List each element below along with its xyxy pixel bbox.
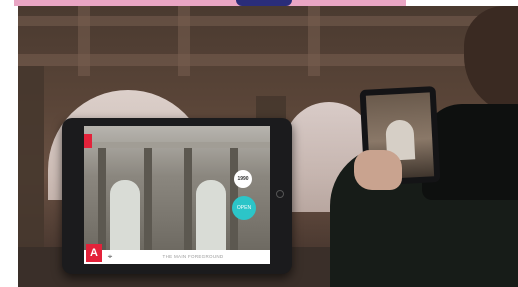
location-icon[interactable]: ⌖ bbox=[105, 251, 115, 263]
camera-view-facade bbox=[84, 126, 270, 250]
brand-logo-icon[interactable]: A bbox=[86, 244, 102, 262]
photo-scene: 1990 OPEN A ⌖ THE MAIN FOREGROUND bbox=[18, 6, 518, 287]
facade-arch bbox=[110, 180, 140, 250]
home-button[interactable] bbox=[276, 190, 284, 198]
facade-column bbox=[98, 146, 106, 250]
person-hair bbox=[464, 6, 518, 116]
caption-text: THE MAIN FOREGROUND bbox=[162, 254, 224, 259]
action-button[interactable]: OPEN bbox=[232, 196, 256, 220]
main-tablet: 1990 OPEN A ⌖ THE MAIN FOREGROUND bbox=[62, 118, 292, 274]
facade-arch bbox=[196, 180, 226, 250]
facade-column bbox=[184, 146, 192, 250]
caption-bar: A ⌖ THE MAIN FOREGROUND bbox=[84, 244, 270, 264]
menu-tab[interactable] bbox=[84, 134, 92, 148]
date-badge[interactable]: 1990 bbox=[234, 170, 252, 188]
ceiling-beam bbox=[18, 54, 518, 66]
ceiling-beam bbox=[18, 16, 518, 26]
person-hand bbox=[354, 150, 402, 190]
tablet-screen[interactable]: 1990 OPEN A ⌖ THE MAIN FOREGROUND bbox=[84, 126, 270, 264]
facade-column bbox=[144, 146, 152, 250]
facade-cornice bbox=[84, 142, 270, 148]
